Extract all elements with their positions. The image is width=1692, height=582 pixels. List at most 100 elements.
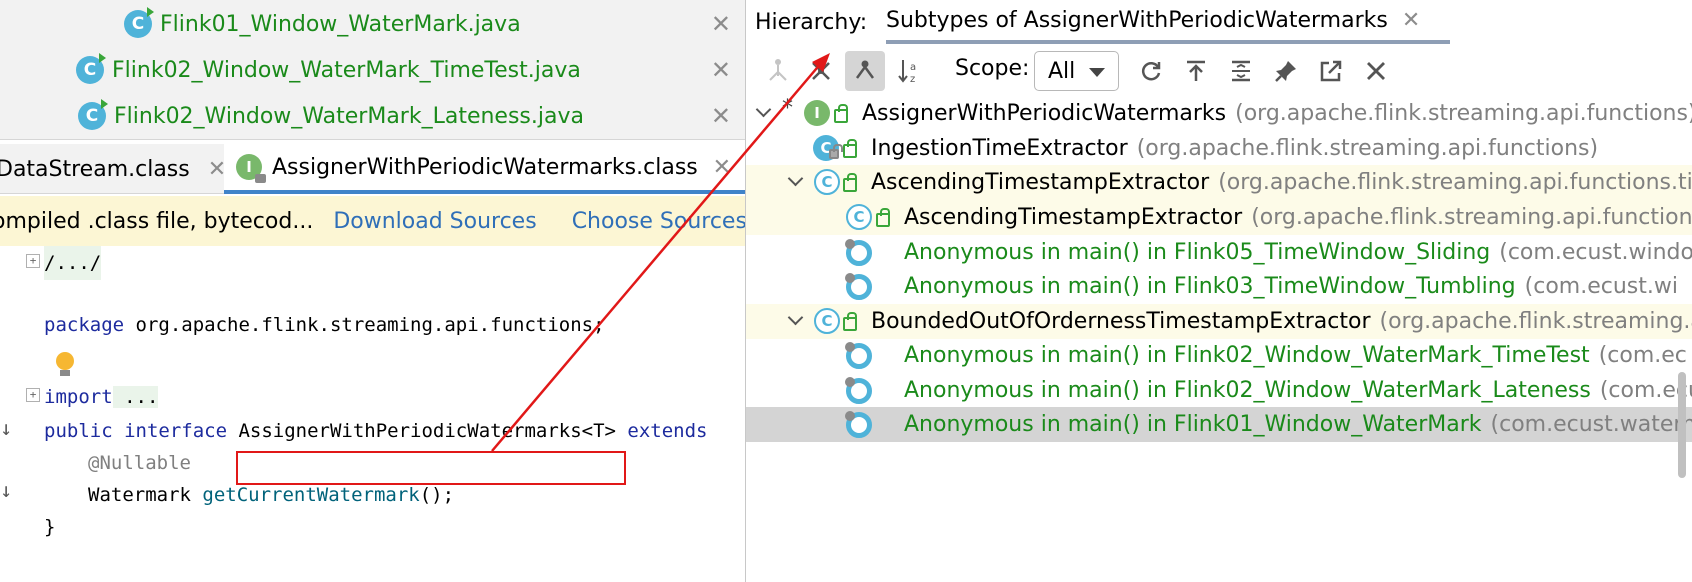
recent-file-name: Flink02_Window_WaterMark_TimeTest.java [112,57,581,83]
anonymous-class-icon [845,377,872,404]
abstract-class-icon: C [846,204,872,230]
tab-title: Subtypes of AssignerWithPeriodicWatermar… [886,7,1388,33]
tree-row[interactable]: Anonymous in main() in Flink05_TimeWindo… [746,235,1692,270]
code-line: public interface AssignerWithPeriodicWat… [44,414,707,448]
tree-node-label: Anonymous in main() in Flink02_Window_Wa… [904,343,1687,368]
anonymous-class-icon [845,411,872,438]
lock-icon [834,104,848,123]
code-line: /.../ [44,246,102,280]
tree-row[interactable]: Anonymous in main() in Flink02_Window_Wa… [746,373,1692,408]
export-icon[interactable] [1176,51,1216,91]
editor-tab-bar: DataStream.class ✕ I AssignerWithPeriodi… [0,144,745,194]
choose-sources-link[interactable]: Choose Sources... [572,209,745,234]
download-sources-link[interactable]: Download Sources [333,209,536,234]
anonymous-class-icon [845,239,872,266]
recent-file-tab[interactable]: C Flink02_Window_WaterMark_Lateness.java… [0,92,745,140]
open-external-icon[interactable] [1311,51,1351,91]
code-line: } [44,510,55,544]
scope-label: Scope: [955,56,1030,81]
close-icon[interactable]: ✕ [711,10,731,38]
tree-node-label: BoundedOutOfOrdernessTimestampExtractor(… [871,309,1692,334]
star-icon: * [782,96,793,121]
tree-row[interactable]: Anonymous in main() in Flink03_TimeWindo… [746,269,1692,304]
editor-panel: C Flink01_Window_WaterMark.java ✕ C Flin… [0,0,745,582]
code-line: package org.apache.flink.streaming.api.f… [44,308,605,342]
lock-icon [876,208,890,227]
lock-icon [829,144,843,159]
tree-row[interactable]: C BoundedOutOfOrdernessTimestampExtracto… [746,304,1692,339]
chevron-down-icon[interactable] [756,104,772,120]
tree-row[interactable]: C AscendingTimestampExtractor (org.apache… [746,165,1692,200]
fold-icon[interactable]: + [26,254,40,268]
close-icon[interactable]: ✕ [711,102,731,130]
sort-alpha-icon[interactable]: az [890,51,930,91]
subtypes-icon[interactable] [801,51,841,91]
runnable-class-icon: C [78,99,108,130]
interface-icon: I [236,154,266,183]
anonymous-class-icon [845,342,872,369]
scope-select[interactable]: All [1034,51,1119,91]
tree-row-selected[interactable]: Anonymous in main() in Flink01_Window_Wa… [746,407,1692,442]
anonymous-class-icon [845,273,872,300]
tree-row[interactable]: * I AssignerWithPeriodicWatermarks (org.a… [746,96,1692,131]
tab-datastream[interactable]: DataStream.class ✕ [0,144,226,194]
code-line: import ... [44,380,159,414]
keyword: interface [112,420,228,442]
chevron-down-icon [1089,68,1105,77]
keyword: public [44,420,113,442]
runnable-class-icon: C [124,7,154,38]
close-icon[interactable]: ✕ [711,56,731,84]
tab-label: AssignerWithPeriodicWatermarks.class [272,154,698,180]
class-hierarchy-icon[interactable] [845,51,885,91]
abstract-class-icon: C [814,308,840,334]
method-name: getCurrentWatermark [202,484,420,506]
folded-imports[interactable]: ... [112,386,159,408]
implementations-gutter-icon[interactable]: ↓ [0,478,12,502]
tree-node-label: AscendingTimestampExtractor (org.apache.f… [904,205,1692,230]
tree-node-label: IngestionTimeExtractor (org.apache.flink.… [871,136,1599,161]
highlight-box [236,451,626,485]
tab-assigner[interactable]: I AssignerWithPeriodicWatermarks.class ✕ [224,144,745,194]
tab-label: DataStream.class [0,156,190,182]
tree-row[interactable]: C AscendingTimestampExtractor (org.apache… [746,200,1692,235]
recent-file-name: Flink02_Window_WaterMark_Lateness.java [114,103,584,129]
abstract-class-icon: C [814,169,840,195]
lightbulb-icon[interactable] [55,352,75,378]
pin-icon[interactable] [1266,51,1306,91]
expand-all-icon[interactable] [1221,51,1261,91]
interface-icon: I [804,100,830,126]
folded-region[interactable]: /.../ [44,252,101,274]
close-icon[interactable]: ✕ [713,155,731,180]
keyword: package [44,314,125,336]
refresh-icon[interactable] [1131,51,1171,91]
vertical-scrollbar[interactable] [1678,372,1686,478]
return-type: Watermark [88,484,203,506]
supertypes-icon[interactable] [758,51,798,91]
recent-file-tab[interactable]: C Flink01_Window_WaterMark.java ✕ [0,0,745,48]
interface-name: AssignerWithPeriodicWatermarks<T> [227,420,616,442]
annotation: @Nullable [88,452,191,474]
code-area[interactable]: + /.../ package org.apache.flink.streami… [0,246,745,582]
scope-value: All [1048,58,1076,84]
hierarchy-label: Hierarchy: [755,9,868,35]
hierarchy-tree: * I AssignerWithPeriodicWatermarks (org.a… [746,94,1692,582]
tree-node-label: AscendingTimestampExtractor (org.apache.f… [871,170,1692,195]
tree-row[interactable]: C IngestionTimeExtractor (org.apache.flin… [746,131,1692,166]
keyword: extends [615,420,708,442]
implementations-gutter-icon[interactable]: ↓ [0,416,12,440]
chevron-down-icon[interactable] [788,173,804,189]
close-icon[interactable] [1356,51,1396,91]
close-icon[interactable]: ✕ [1402,8,1420,33]
banner-text: ompiled .class file, bytecod... [0,208,314,234]
recent-file-name: Flink01_Window_WaterMark.java [160,11,521,37]
tree-row[interactable]: Anonymous in main() in Flink02_Window_Wa… [746,338,1692,373]
package-name: org.apache.flink.streaming.api.functions… [124,314,605,336]
lock-icon [843,173,857,192]
runnable-class-icon: C [76,53,106,84]
recent-file-tab[interactable]: C Flink02_Window_WaterMark_TimeTest.java… [0,46,745,94]
tree-node-label: Anonymous in main() in Flink01_Window_Wa… [904,412,1692,437]
tab-subtypes[interactable]: Subtypes of AssignerWithPeriodicWatermar… [886,0,1451,44]
tree-node-label: AssignerWithPeriodicWatermarks (org.apach… [862,101,1692,126]
fold-icon[interactable]: + [26,388,40,402]
chevron-down-icon[interactable] [788,312,804,328]
